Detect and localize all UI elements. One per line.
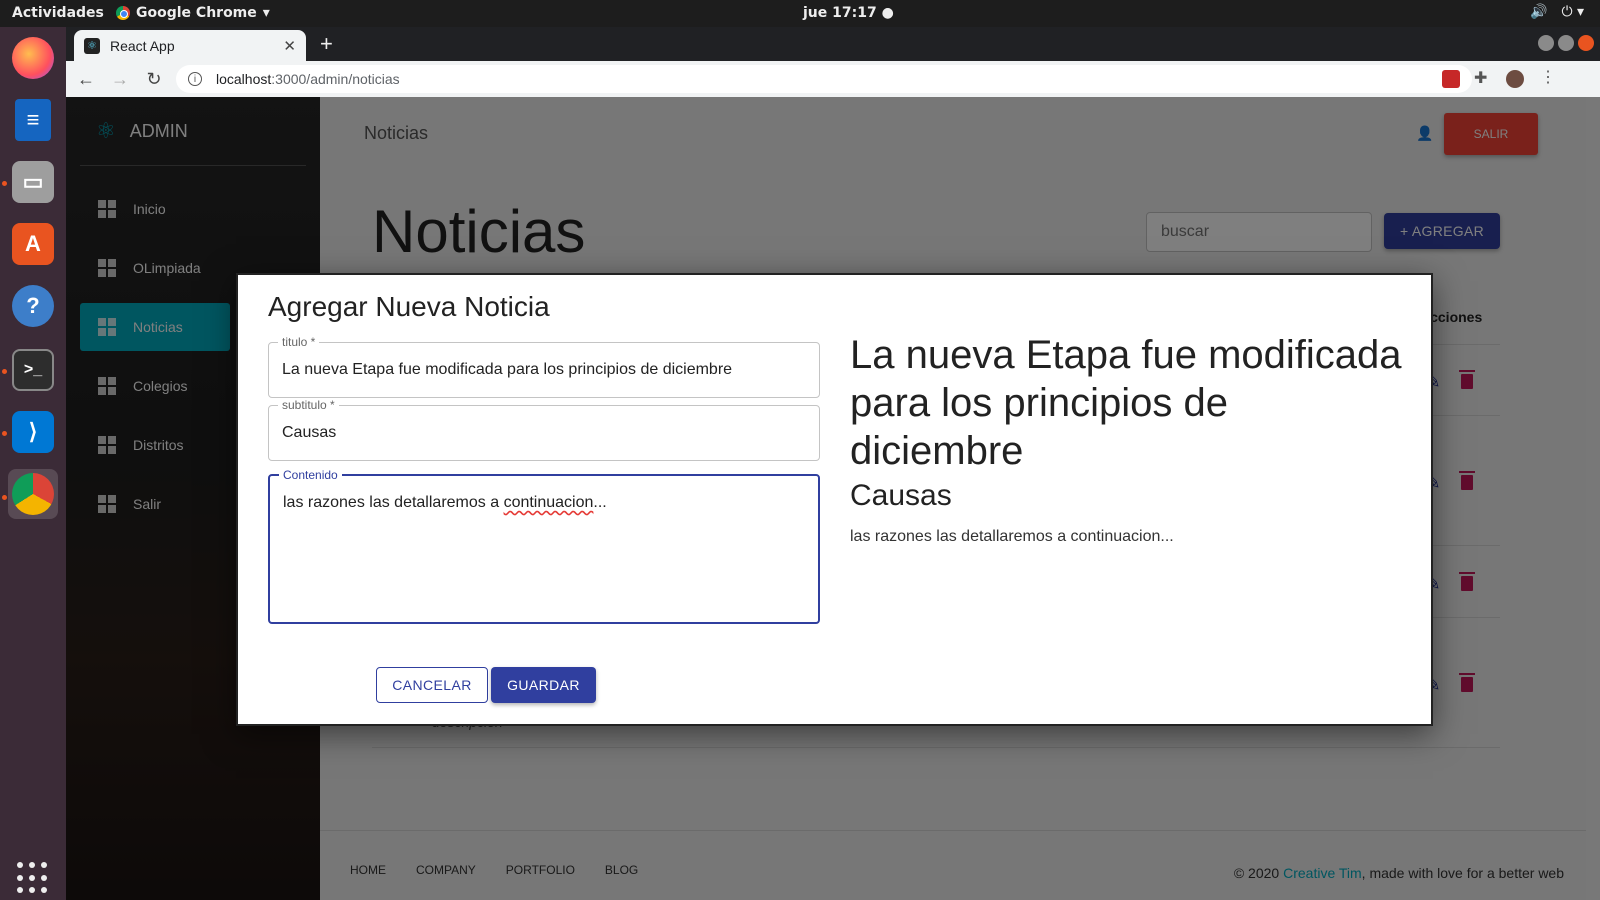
- active-app-menu[interactable]: Google Chrome ▾: [116, 5, 270, 21]
- cancel-button[interactable]: CANCELAR: [376, 667, 488, 703]
- new-tab-icon[interactable]: +: [320, 31, 333, 57]
- writer-icon: ≡: [15, 99, 51, 141]
- misspelled-word: continuacion: [503, 494, 594, 511]
- chevron-down-icon: ▾: [262, 5, 270, 21]
- browser-toolbar: ← → ↻ i localhost :3000/admin/noticias ☆…: [66, 61, 1600, 97]
- titulo-field[interactable]: titulo * La nueva Etapa fue modificada p…: [268, 335, 820, 398]
- close-tab-icon[interactable]: ✕: [283, 37, 296, 55]
- reload-icon[interactable]: ↻: [140, 69, 168, 90]
- dock-firefox[interactable]: [8, 33, 58, 83]
- clock[interactable]: jue 17:17 ●: [803, 5, 894, 21]
- running-indicator: [2, 431, 7, 436]
- url-host: localhost: [216, 71, 272, 87]
- active-app-label: Google Chrome: [136, 5, 257, 21]
- subtitulo-value: Causas: [282, 424, 337, 441]
- contenido-value: las razones las detallaremos a continuac…: [283, 494, 607, 512]
- show-applications-icon[interactable]: [17, 862, 49, 894]
- running-indicator: [2, 495, 7, 500]
- vscode-icon: ⟩: [12, 411, 54, 453]
- dock-help[interactable]: ?: [8, 281, 58, 331]
- contenido-textarea[interactable]: Contenido las razones las detallaremos a…: [268, 468, 820, 624]
- extension-icon[interactable]: [1442, 70, 1460, 88]
- close-window-icon[interactable]: [1578, 35, 1594, 51]
- system-top-bar: Actividades Google Chrome ▾ jue 17:17 ● …: [0, 0, 1600, 27]
- firefox-icon: [12, 37, 54, 79]
- activities-button[interactable]: Actividades: [12, 5, 104, 21]
- preview-body: las razones las detallaremos a continuac…: [850, 528, 1174, 545]
- window-controls: [1538, 35, 1594, 51]
- forward-icon[interactable]: →: [106, 69, 134, 90]
- dock-chrome[interactable]: [8, 469, 58, 519]
- extensions-puzzle-icon[interactable]: ✚: [1474, 68, 1492, 87]
- running-indicator: [2, 181, 7, 186]
- tab-react-app[interactable]: ⚛ React App ✕: [74, 30, 306, 61]
- url-path: :3000/admin/noticias: [271, 71, 400, 87]
- dock-software[interactable]: A: [8, 219, 58, 269]
- system-tray[interactable]: 🔊 ⏻ ▾: [1530, 4, 1584, 20]
- contenido-ellipsis: ...: [593, 494, 607, 511]
- chrome-icon: [12, 473, 54, 515]
- files-icon: ▭: [12, 161, 54, 203]
- titulo-label: titulo *: [278, 335, 320, 349]
- maximize-icon[interactable]: [1558, 35, 1574, 51]
- address-bar[interactable]: i localhost :3000/admin/noticias ☆: [176, 65, 1472, 93]
- subtitulo-label: subtitulo *: [278, 398, 339, 412]
- add-news-dialog: Agregar Nueva Noticia titulo * La nueva …: [236, 273, 1433, 726]
- dock-terminal[interactable]: >_: [8, 345, 58, 395]
- dock: ≡ ▭ A ? >_ ⟩: [0, 27, 66, 900]
- running-indicator: [2, 369, 7, 374]
- tab-strip: ⚛ React App ✕ +: [66, 27, 1600, 61]
- terminal-icon: >_: [12, 349, 54, 391]
- back-icon[interactable]: ←: [72, 69, 100, 90]
- dock-files[interactable]: ▭: [8, 157, 58, 207]
- tab-title: React App: [110, 37, 175, 54]
- dock-vscode[interactable]: ⟩: [8, 407, 58, 457]
- preview-title: La nueva Etapa fue modificada para los p…: [850, 333, 1402, 473]
- dialog-title: Agregar Nueva Noticia: [268, 291, 550, 322]
- power-icon[interactable]: ⏻ ▾: [1561, 4, 1584, 20]
- contenido-text: las razones las detallaremos a: [283, 494, 504, 511]
- react-favicon-icon: ⚛: [84, 37, 100, 54]
- menu-kebab-icon[interactable]: ⋮: [1540, 67, 1558, 86]
- profile-avatar-icon[interactable]: [1506, 70, 1524, 88]
- help-icon: ?: [12, 285, 54, 327]
- chrome-icon: [116, 6, 130, 20]
- volume-icon[interactable]: 🔊: [1530, 4, 1547, 20]
- save-button[interactable]: GUARDAR: [491, 667, 596, 703]
- software-center-icon: A: [12, 223, 54, 265]
- titulo-value: La nueva Etapa fue modificada para los p…: [282, 361, 733, 378]
- dock-writer[interactable]: ≡: [8, 95, 58, 145]
- subtitulo-field[interactable]: subtitulo * Causas: [268, 398, 820, 461]
- preview-subtitle: Causas: [850, 479, 952, 512]
- site-info-icon[interactable]: i: [188, 72, 202, 86]
- contenido-label: Contenido: [279, 468, 342, 482]
- minimize-icon[interactable]: [1538, 35, 1554, 51]
